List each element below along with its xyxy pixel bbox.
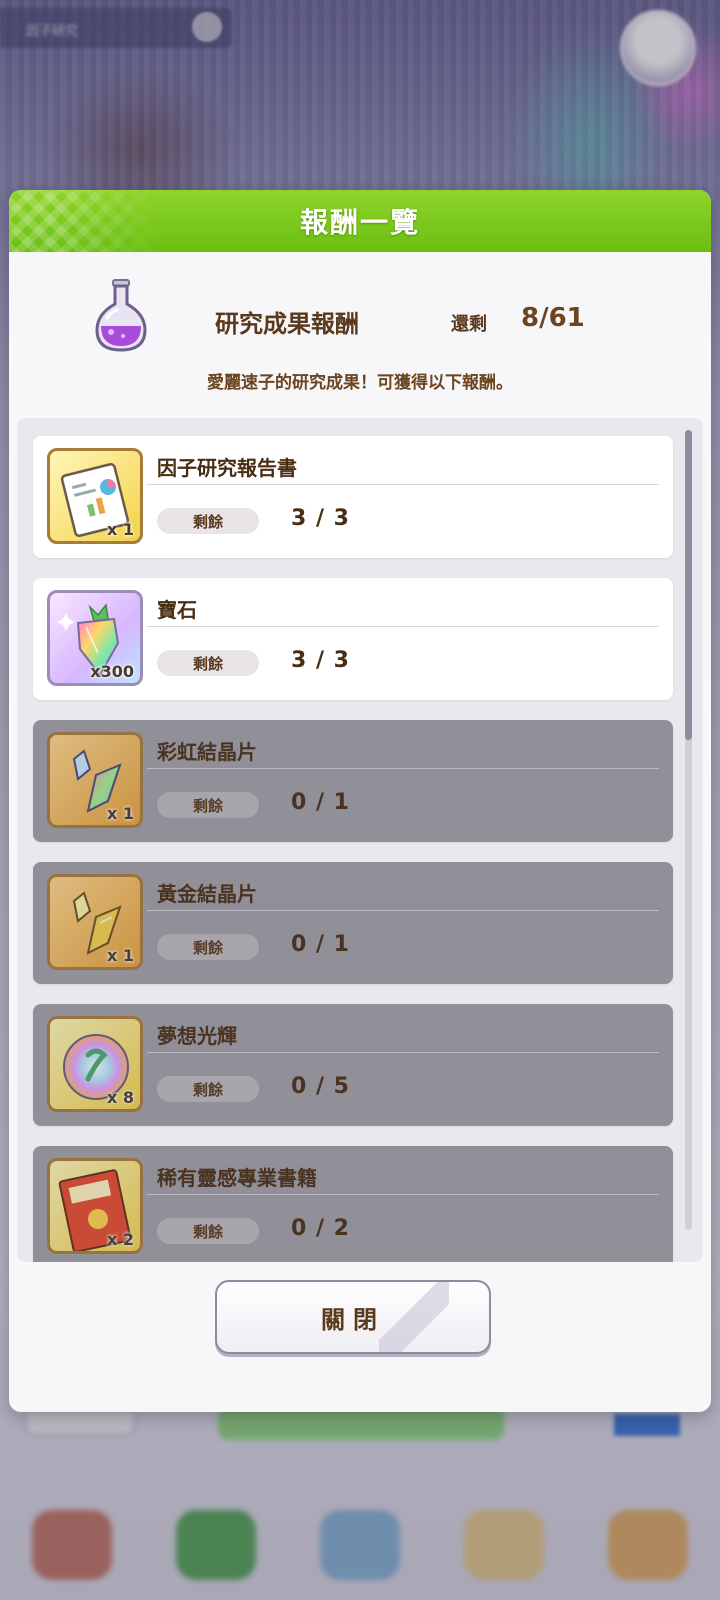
jewel-icon: x300: [47, 590, 143, 686]
remain-pill: 剩餘: [157, 1076, 259, 1102]
reward-item: x 1 彩虹結晶片 剩餘 0 / 1: [33, 720, 673, 842]
item-name: 夢想光輝: [157, 1024, 237, 1048]
close-button-label: 關閉: [321, 1305, 385, 1334]
remain-pill: 剩餘: [157, 1218, 259, 1244]
remain-count: 0 / 1: [291, 790, 350, 815]
item-divider: [147, 1052, 659, 1053]
rare-book-icon: x 2: [47, 1158, 143, 1254]
remain-value: 8/61: [521, 303, 585, 333]
item-quantity: x 1: [106, 520, 134, 539]
remain-pill: 剩餘: [157, 508, 259, 534]
remain-count: 3 / 3: [291, 506, 350, 531]
rewards-modal: 報酬一覽 研究成果報酬 還剩 8/61 愛麗速子的研究成果！可獲得以下報酬。 x…: [9, 190, 711, 1412]
item-divider: [147, 626, 659, 627]
item-divider: [147, 1194, 659, 1195]
scrollbar-thumb[interactable]: [685, 430, 692, 740]
modal-header: 報酬一覽: [9, 190, 711, 252]
item-divider: [147, 768, 659, 769]
item-divider: [147, 484, 659, 485]
remain-count: 0 / 2: [291, 1216, 350, 1241]
item-name: 因子研究報告書: [157, 456, 297, 480]
header-pattern: [9, 190, 159, 252]
remain-count: 0 / 5: [291, 1074, 350, 1099]
remain-count: 3 / 3: [291, 648, 350, 673]
reward-list[interactable]: x 1 因子研究報告書 剩餘 3 / 3 x300 寶石 剩餘 3 / 3 x …: [17, 418, 703, 1262]
modal-title: 報酬一覽: [299, 206, 420, 239]
remain-pill: 剩餘: [157, 650, 259, 676]
remain-pill: 剩餘: [157, 792, 259, 818]
reward-summary: 研究成果報酬 還剩 8/61: [9, 252, 711, 372]
remain-pill: 剩餘: [157, 934, 259, 960]
gold-crystal-icon: x 1: [47, 874, 143, 970]
reward-item: x 1 因子研究報告書 剩餘 3 / 3: [33, 436, 673, 558]
reward-item: x 1 黃金結晶片 剩餘 0 / 1: [33, 862, 673, 984]
list-scrollbar[interactable]: [685, 430, 692, 1230]
item-name: 彩虹結晶片: [157, 740, 257, 764]
remain-label: 還剩: [451, 314, 487, 335]
item-quantity: x 8: [106, 1088, 134, 1107]
item-name: 寶石: [157, 598, 197, 622]
item-name: 黃金結晶片: [157, 882, 257, 906]
item-name: 稀有靈感專業書籍: [157, 1166, 317, 1190]
rainbow-crystal-icon: x 1: [47, 732, 143, 828]
item-divider: [147, 910, 659, 911]
item-quantity: x 1: [106, 946, 134, 965]
dream-shine-icon: x 8: [47, 1016, 143, 1112]
item-quantity: x 2: [106, 1230, 134, 1249]
reward-item: x 2 稀有靈感專業書籍 剩餘 0 / 2: [33, 1146, 673, 1262]
item-quantity: x300: [90, 662, 134, 681]
close-button[interactable]: 關閉: [215, 1280, 491, 1354]
reward-list-inner: x 1 因子研究報告書 剩餘 3 / 3 x300 寶石 剩餘 3 / 3 x …: [33, 436, 673, 1262]
report-book-icon: x 1: [47, 448, 143, 544]
reward-item: x 8 夢想光輝 剩餘 0 / 5: [33, 1004, 673, 1126]
summary-label: 研究成果報酬: [215, 310, 359, 338]
remain-count: 0 / 1: [291, 932, 350, 957]
item-quantity: x 1: [106, 804, 134, 823]
modal-subtitle: 愛麗速子的研究成果！可獲得以下報酬。: [207, 373, 513, 393]
flask-icon: [95, 279, 147, 352]
reward-item: x300 寶石 剩餘 3 / 3: [33, 578, 673, 700]
